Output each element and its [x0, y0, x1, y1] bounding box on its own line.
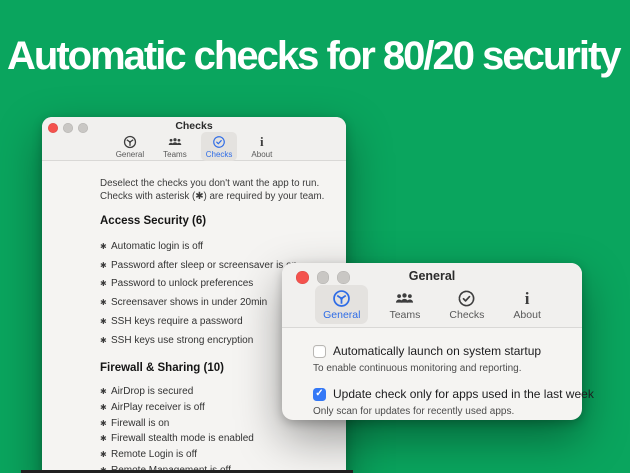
- setting-description: Only scan for updates for recently used …: [313, 406, 568, 417]
- hero-title: Automatic checks for 80/20 security: [7, 36, 623, 76]
- traffic-lights: [48, 123, 88, 133]
- people-icon: [395, 288, 414, 308]
- tab-checks[interactable]: Checks: [441, 285, 492, 324]
- checkmark-icon: ✓: [315, 389, 323, 399]
- check-item-label: Automatic login is off: [111, 241, 203, 252]
- check-item-label: SSH keys use strong encryption: [111, 335, 253, 346]
- tab-general[interactable]: General: [315, 285, 368, 324]
- gauge-icon: [332, 288, 351, 308]
- asterisk-icon: ✱: [100, 403, 111, 412]
- traffic-lights: [296, 271, 350, 284]
- tab-label: Teams: [389, 309, 420, 321]
- close-button[interactable]: [48, 123, 58, 133]
- tab-label: General: [323, 309, 360, 321]
- asterisk-icon: ✱: [100, 279, 111, 288]
- zoom-button[interactable]: [337, 271, 350, 284]
- tab-label: About: [513, 309, 540, 321]
- asterisk-icon: ✱: [100, 434, 111, 443]
- intro-text-line: Deselect the checks you don't want the a…: [100, 177, 336, 190]
- minimize-button[interactable]: [317, 271, 330, 284]
- general-window: General General Teams Checks iAbout Automat…: [282, 263, 582, 420]
- asterisk-icon: ✱: [100, 317, 111, 326]
- info-icon: i: [260, 134, 264, 149]
- checks-toolbar: General Teams Checks iAbout: [42, 132, 346, 161]
- asterisk-icon: ✱: [100, 336, 111, 345]
- tab-label: About: [251, 150, 272, 159]
- check-item-label: Remote Login is off: [111, 449, 197, 460]
- asterisk-icon: ✱: [100, 419, 111, 428]
- check-item: ✱Firewall stealth mode is enabled: [100, 431, 336, 447]
- setting-label: Automatically launch on system startup: [333, 344, 541, 358]
- check-item-label: AirPlay receiver is off: [111, 402, 205, 413]
- general-window-titlebar: General General Teams Checks iAbout: [282, 263, 582, 328]
- asterisk-icon: ✱: [100, 242, 111, 251]
- tab-label: General: [116, 150, 144, 159]
- check-item: ✱Remote Login is off: [100, 447, 336, 463]
- gauge-icon: [123, 134, 137, 149]
- checks-window-titlebar: Checks General Teams Checks iAbout: [42, 117, 346, 161]
- tab-about[interactable]: iAbout: [505, 285, 548, 324]
- tab-teams[interactable]: Teams: [158, 132, 192, 161]
- check-item-label: Firewall is on: [111, 418, 169, 429]
- setting-label: Update check only for apps used in the l…: [333, 387, 594, 401]
- check-item-label: Firewall stealth mode is enabled: [111, 433, 254, 444]
- check-item-label: Screensaver shows in under 20min: [111, 297, 267, 308]
- tab-label: Teams: [163, 150, 187, 159]
- zoom-button[interactable]: [78, 123, 88, 133]
- asterisk-icon: ✱: [100, 387, 111, 396]
- seal-check-icon: [457, 288, 476, 308]
- check-item-label: AirDrop is secured: [111, 386, 193, 397]
- tab-checks[interactable]: Checks: [201, 132, 238, 161]
- promo-banner: Automatic checks for 80/20 security Chec…: [0, 0, 630, 473]
- setting-row: Automatically launch on system startup: [313, 342, 568, 360]
- general-toolbar: General Teams Checks iAbout: [282, 285, 582, 324]
- check-item-label: Password after sleep or screensaver is o…: [111, 260, 297, 271]
- check-item-label: SSH keys require a password: [111, 316, 243, 327]
- section-heading: Access Security (6): [100, 215, 336, 227]
- info-icon: i: [525, 288, 530, 308]
- minimize-button[interactable]: [63, 123, 73, 133]
- asterisk-icon: ✱: [100, 261, 111, 270]
- setting-row: ✓Update check only for apps used in the …: [313, 385, 568, 403]
- close-button[interactable]: [296, 271, 309, 284]
- tab-general[interactable]: General: [111, 132, 149, 161]
- check-item: ✱Automatic login is off: [100, 237, 336, 256]
- tab-label: Checks: [206, 150, 233, 159]
- tab-teams[interactable]: Teams: [381, 285, 428, 324]
- asterisk-icon: ✱: [100, 450, 111, 459]
- setting-description: To enable continuous monitoring and repo…: [313, 363, 568, 374]
- intro-text-line: Checks with asterisk (✱) are required by…: [100, 190, 336, 203]
- general-settings: Automatically launch on system startup To…: [282, 328, 582, 417]
- people-icon: [168, 134, 182, 149]
- asterisk-icon: ✱: [100, 298, 111, 307]
- check-item-label: Password to unlock preferences: [111, 278, 253, 289]
- tab-about[interactable]: iAbout: [246, 132, 277, 161]
- checkbox[interactable]: [313, 345, 326, 358]
- tab-label: Checks: [449, 309, 484, 321]
- seal-check-icon: [212, 134, 226, 149]
- checkbox[interactable]: ✓: [313, 388, 326, 401]
